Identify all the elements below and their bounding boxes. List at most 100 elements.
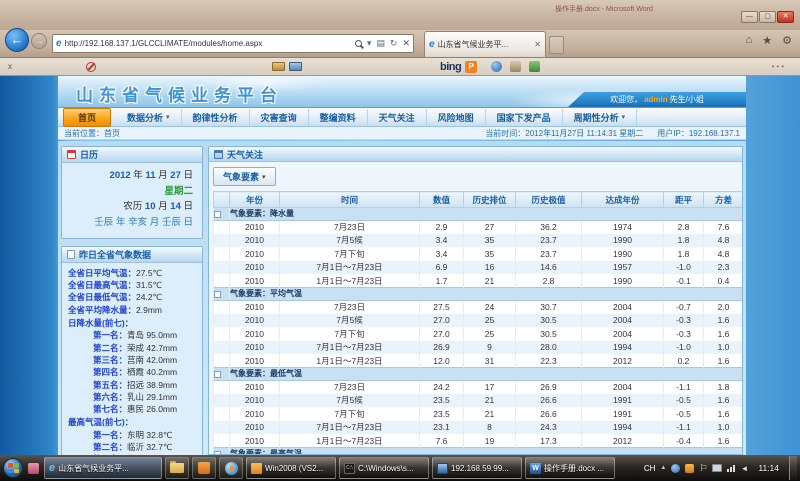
pinned-app-icon[interactable] [28, 463, 39, 474]
nav-item-2[interactable]: 韵律性分析 [182, 109, 250, 126]
more-options[interactable]: ••• [772, 62, 786, 71]
browser-tab[interactable]: e 山东省气候业务平... ✕ [424, 31, 546, 57]
settings-gear-icon[interactable]: ⚙ [782, 34, 792, 47]
group-row[interactable]: 气象要素：最低气温 [214, 368, 744, 381]
p-badge-icon[interactable]: P [465, 61, 477, 73]
address-bar[interactable]: e http://192.168.137.1/GLCCLIMATE/module… [52, 34, 414, 53]
taskbar-app-button[interactable] [192, 457, 216, 479]
minimize-button[interactable]: — [741, 11, 758, 23]
nav-item-5[interactable]: 天气关注 [368, 109, 427, 126]
nav-item-0[interactable]: 首页 [63, 108, 111, 127]
stat-line: 全省平均降水量：2.9mm [68, 304, 199, 316]
addon-icon[interactable] [529, 61, 540, 72]
ime-indicator[interactable]: CH [644, 464, 656, 473]
speaker-icon[interactable]: ◄ [740, 464, 748, 473]
table-row[interactable]: 20107月下旬27.02530.52004-0.31.6 [214, 327, 744, 341]
table-row[interactable]: 20107月5候3.43523.719901.84.8 [214, 234, 744, 248]
table-cell: 1991 [582, 407, 664, 421]
table-row[interactable]: 20107月23日27.52430.72004-0.72.0 [214, 300, 744, 314]
url-text[interactable]: http://192.168.137.1/GLCCLIMATE/modules/… [65, 39, 355, 48]
row-select-cell [214, 220, 230, 234]
taskbar-ie-button[interactable]: e 山东省气候业务平... [44, 457, 162, 479]
taskbar-window-button-3[interactable]: W操作手册.docx ... [525, 457, 615, 479]
table-row[interactable]: 20101月1日～7月23日1.7212.81990-0.10.4 [214, 274, 744, 288]
group-row[interactable]: 气象要素：最高气温 [214, 448, 744, 456]
taskbar-window-button-0[interactable]: Win2008 (VS2... [246, 457, 336, 479]
taskbar-explorer-button[interactable] [165, 457, 189, 479]
nav-item-3[interactable]: 灾害查询 [250, 109, 309, 126]
group-expand-cell[interactable] [214, 208, 230, 221]
column-header: 时间 [280, 192, 420, 208]
status-bar: 当前位置：首页 当前时间：2012年11月27日 11:14:31 星期二 用户… [58, 127, 746, 140]
tool-icon[interactable] [510, 61, 521, 72]
rank-value: 东明 32.8℃ [127, 429, 172, 441]
refresh-icon[interactable]: ↻ [390, 38, 398, 49]
group-expand-cell[interactable] [214, 368, 230, 381]
expand-icon[interactable] [214, 211, 221, 218]
group-expand-cell[interactable] [214, 448, 230, 456]
expand-icon[interactable] [214, 291, 221, 298]
table-row[interactable]: 20107月1日～7月23日6.91614.61957-1.02.3 [214, 261, 744, 275]
table-cell: 2012 [582, 354, 664, 368]
security-shield-icon[interactable] [685, 464, 694, 473]
hidden-icons-arrow[interactable]: ▲ [660, 465, 666, 471]
stat-value: 31.5℃ [136, 279, 162, 291]
nav-item-6[interactable]: 风险地图 [427, 109, 486, 126]
table-row[interactable]: 20107月5候23.52126.61991-0.51.6 [214, 394, 744, 408]
bing-logo[interactable]: bing [440, 61, 461, 73]
table-cell: 2010 [230, 220, 280, 234]
compatibility-view-icon[interactable]: ▤ [376, 38, 385, 49]
show-desktop-button[interactable] [789, 456, 797, 480]
table-cell: 2.3 [704, 261, 744, 275]
element-filter-button[interactable]: 气象要素 ▾ [213, 167, 276, 186]
table-row[interactable]: 20101月1日～7月23日12.03122.320120.21.6 [214, 354, 744, 368]
chevron-down-icon[interactable]: ▾ [367, 38, 372, 49]
table-row[interactable]: 20107月1日～7月23日26.9928.01994-1.01.0 [214, 341, 744, 355]
favorites-star-icon[interactable]: ★ [762, 34, 772, 47]
taskbar-ie-label: 山东省气候业务平... [58, 463, 129, 474]
nav-item-7[interactable]: 国家下发产品 [486, 109, 563, 126]
card-icon[interactable] [272, 62, 285, 71]
action-center-flag-icon[interactable]: ⚐ [699, 463, 707, 474]
table-cell: 7月1日～7月23日 [280, 421, 420, 435]
maximize-button[interactable]: ▢ [759, 11, 776, 23]
display-icon[interactable] [712, 464, 722, 472]
taskbar-window-button-1[interactable]: C:\C:\Windows\s... [339, 457, 429, 479]
taskbar-clock[interactable]: 11:14 [758, 463, 779, 473]
table-row[interactable]: 20107月下旬23.52126.61991-0.51.6 [214, 407, 744, 421]
search-icon[interactable] [355, 40, 362, 47]
globe-icon[interactable] [491, 61, 502, 72]
table-row[interactable]: 20107月5候27.02530.52004-0.31.6 [214, 314, 744, 328]
table-row[interactable]: 20101月1日～7月23日7.61917.32012-0.41.6 [214, 434, 744, 448]
table-row[interactable]: 20107月23日2.92736.219742.87.6 [214, 220, 744, 234]
tab-title[interactable]: 山东省气候业务平... [438, 39, 533, 50]
network-globe-icon[interactable] [671, 464, 680, 473]
nav-item-1[interactable]: 数据分析▾ [116, 109, 182, 126]
nav-item-4[interactable]: 整编资料 [309, 109, 368, 126]
table-cell: 27.0 [420, 314, 464, 328]
expand-icon[interactable] [214, 371, 221, 378]
group-expand-cell[interactable] [214, 288, 230, 301]
table-row[interactable]: 20107月23日24.21726.92004-1.11.8 [214, 380, 744, 394]
back-button[interactable]: ← [5, 28, 29, 52]
table-row[interactable]: 20107月1日～7月23日23.1824.31994-1.11.0 [214, 421, 744, 435]
close-button[interactable]: ✕ [777, 11, 794, 23]
table-cell: 24.2 [420, 380, 464, 394]
table-cell: 1月1日～7月23日 [280, 274, 420, 288]
start-button[interactable] [3, 458, 23, 478]
new-tab-button[interactable] [549, 36, 564, 54]
table-row[interactable]: 20107月下旬3.43523.719901.84.8 [214, 247, 744, 261]
home-icon[interactable]: ⌂ [746, 34, 753, 47]
network-signal-icon[interactable] [727, 465, 735, 472]
taskbar-window-button-2[interactable]: 192.168.59.99... [432, 457, 522, 479]
close-toolbar-button[interactable]: x [8, 62, 12, 71]
forward-button[interactable]: → [31, 33, 47, 49]
group-row[interactable]: 气象要素：降水量 [214, 208, 744, 221]
taskbar-media-player-button[interactable] [219, 457, 243, 479]
mail-icon[interactable] [289, 62, 302, 71]
stop-icon[interactable]: ✕ [402, 38, 410, 49]
tab-close-icon[interactable]: ✕ [534, 40, 541, 49]
group-row[interactable]: 气象要素：平均气温 [214, 288, 744, 301]
table-cell: 7月23日 [280, 380, 420, 394]
nav-item-8[interactable]: 周期性分析▾ [563, 109, 638, 126]
